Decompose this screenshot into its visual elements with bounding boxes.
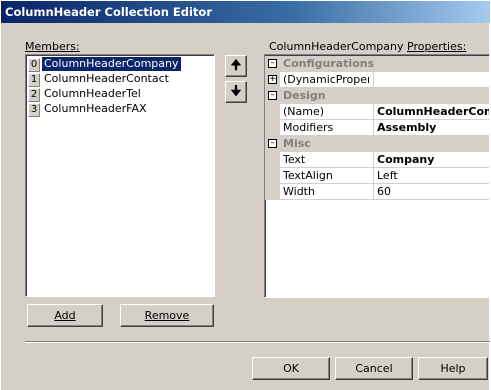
property-row-width[interactable]: Width 60 <box>265 184 489 200</box>
member-item-1[interactable]: 1 ColumnHeaderContact <box>28 72 171 87</box>
member-name: ColumnHeaderContact <box>44 72 169 85</box>
help-button[interactable]: Help <box>418 357 488 380</box>
help-button-label: Help <box>440 362 466 375</box>
property-row-name[interactable]: (Name) ColumnHeaderCompa <box>265 104 489 120</box>
cancel-button-label: Cancel <box>355 362 393 375</box>
property-name: TextAlign <box>283 169 333 182</box>
property-value[interactable]: 60 <box>373 184 489 199</box>
property-row-dynamic[interactable]: + (DynamicPropertie <box>265 72 489 88</box>
members-list[interactable]: 0 ColumnHeaderCompany 1 ColumnHeaderContac… <box>25 54 215 297</box>
row-gutter <box>265 184 280 200</box>
collapse-icon[interactable]: – <box>268 139 277 148</box>
remove-button[interactable]: Remove <box>120 304 214 327</box>
property-value[interactable]: Company <box>373 152 489 167</box>
expand-icon[interactable]: + <box>268 75 277 84</box>
window-title: ColumnHeader Collection Editor <box>1 1 490 23</box>
category-design[interactable]: – Design <box>265 88 489 104</box>
property-name: (DynamicPropertie <box>283 73 369 86</box>
member-index: 3 <box>28 103 40 117</box>
property-row-modifiers[interactable]: Modifiers Assembly <box>265 120 489 136</box>
add-button-label: Add <box>54 309 76 322</box>
cancel-button[interactable]: Cancel <box>335 357 413 380</box>
collection-editor-window: ColumnHeader Collection Editor Members: … <box>0 0 490 390</box>
category-label: Misc <box>283 137 311 150</box>
properties-label: ColumnHeaderCompany Properties: <box>269 40 466 53</box>
add-button[interactable]: Add <box>27 304 103 327</box>
category-configurations[interactable]: – Configurations <box>265 56 489 72</box>
up-arrow-icon: 🠉 <box>230 58 242 73</box>
members-label-text: Members: <box>25 40 80 53</box>
property-name: Width <box>283 185 315 198</box>
member-index: 2 <box>28 88 40 102</box>
property-row-textalign[interactable]: TextAlign Left <box>265 168 489 184</box>
ok-button-label: OK <box>283 362 299 375</box>
divider <box>25 341 490 343</box>
collapse-icon[interactable]: – <box>268 91 277 100</box>
remove-button-label: Remove <box>144 309 190 322</box>
ok-button[interactable]: OK <box>252 357 330 380</box>
member-name: ColumnHeaderTel <box>44 87 141 100</box>
category-label: Configurations <box>283 57 375 70</box>
member-item-0[interactable]: 0 ColumnHeaderCompany <box>28 57 181 72</box>
row-gutter <box>265 152 280 168</box>
member-index: 1 <box>28 73 40 87</box>
properties-object-name: ColumnHeaderCompany <box>269 40 404 53</box>
property-name: (Name) <box>283 105 325 118</box>
property-name: Modifiers <box>283 121 334 134</box>
category-misc[interactable]: – Misc <box>265 136 489 152</box>
category-label: Design <box>283 89 326 102</box>
down-arrow-icon: 🠋 <box>230 84 242 99</box>
property-row-text[interactable]: Text Company <box>265 152 489 168</box>
property-value[interactable]: ColumnHeaderCompa <box>373 104 489 119</box>
member-index: 0 <box>28 58 40 72</box>
move-down-button[interactable]: 🠋 <box>225 81 247 103</box>
members-label: Members: <box>25 40 80 53</box>
move-up-button[interactable]: 🠉 <box>225 55 247 77</box>
member-name: ColumnHeaderCompany <box>42 57 181 71</box>
row-gutter <box>265 104 280 120</box>
member-name: ColumnHeaderFAX <box>44 102 147 115</box>
properties-label-text: Properties: <box>407 40 467 53</box>
member-item-3[interactable]: 3 ColumnHeaderFAX <box>28 102 149 117</box>
collapse-icon[interactable]: – <box>268 59 277 68</box>
member-item-2[interactable]: 2 ColumnHeaderTel <box>28 87 143 102</box>
property-value[interactable]: Left <box>373 168 489 183</box>
property-name: Text <box>283 153 306 166</box>
row-gutter <box>265 168 280 184</box>
property-value[interactable] <box>373 72 489 87</box>
property-grid[interactable]: – Configurations + (DynamicPropertie – D… <box>264 54 490 298</box>
row-gutter <box>265 120 280 136</box>
property-value[interactable]: Assembly <box>373 120 489 135</box>
